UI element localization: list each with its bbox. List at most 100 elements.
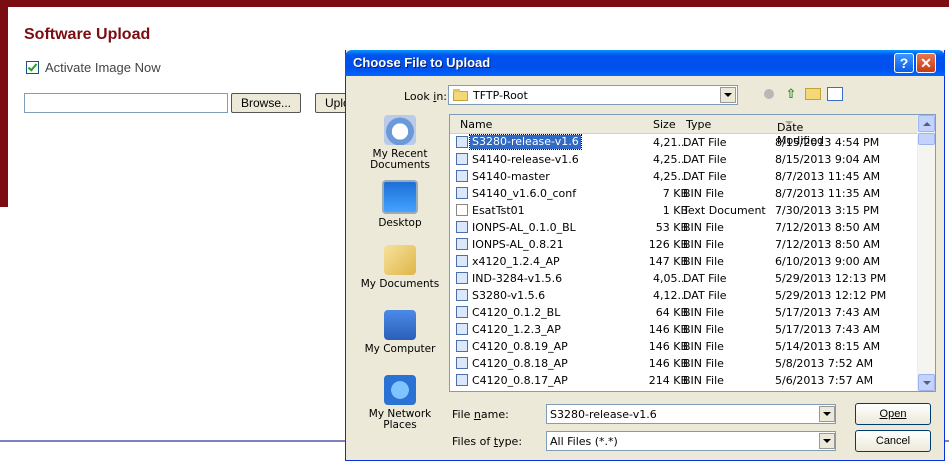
- views-menu-icon[interactable]: [827, 86, 843, 102]
- scroll-up-icon[interactable]: [918, 115, 935, 132]
- cancel-button[interactable]: Cancel: [855, 430, 931, 452]
- file-size-cell: 7 KB: [662, 187, 688, 200]
- file-type-cell: BIN File: [683, 374, 724, 387]
- dialog-toolbar: ⇧: [761, 86, 843, 102]
- file-type-cell: BIN File: [683, 238, 724, 251]
- dat-file-icon: [456, 136, 468, 148]
- file-row[interactable]: C4120_0.8.19_AP 146 KB BIN File 5/14/2013 8…: [450, 338, 920, 355]
- file-date-cell: 5/29/2013 12:13 PM: [775, 272, 887, 285]
- file-size-cell: 4,05...: [653, 272, 688, 285]
- file-name-label: File name:: [452, 408, 509, 421]
- place-my-computer[interactable]: My Computer: [359, 310, 441, 355]
- look-in-select[interactable]: TFTP-Root: [448, 85, 738, 105]
- open-button[interactable]: Open: [855, 403, 931, 425]
- file-size-cell: 146 KB: [648, 340, 688, 353]
- file-date-cell: 7/12/2013 8:50 AM: [775, 238, 881, 251]
- file-date-cell: 8/7/2013 11:45 AM: [775, 170, 881, 183]
- file-type-cell: BIN File: [683, 306, 724, 319]
- file-list[interactable]: Name Size Type Date Modified S3280-relea…: [449, 114, 936, 392]
- file-row[interactable]: S3280-release-v1.6 4,21... DAT File 8/15/20…: [450, 134, 920, 151]
- file-date-cell: 7/12/2013 8:50 AM: [775, 221, 881, 234]
- bin-file-icon: [456, 357, 468, 369]
- chevron-down-icon[interactable]: [720, 87, 736, 103]
- place-my-documents[interactable]: My Documents: [359, 245, 441, 290]
- file-row[interactable]: IND-3284-v1.5.6 4,05... DAT File 5/29/2013 …: [450, 270, 920, 287]
- file-type-cell: BIN File: [683, 323, 724, 336]
- file-row[interactable]: C4120_0.8.18_AP 146 KB BIN File 5/8/2013 7:…: [450, 355, 920, 372]
- file-size-cell: 126 KB: [648, 238, 688, 251]
- file-row[interactable]: IONPS-AL_0.8.21 126 KB BIN File 7/12/2013 8…: [450, 236, 920, 253]
- my-documents-icon: [384, 245, 416, 275]
- scroll-thumb[interactable]: [918, 133, 935, 145]
- close-button[interactable]: ✕: [916, 53, 936, 73]
- file-date-cell: 8/7/2013 11:35 AM: [775, 187, 881, 200]
- file-row[interactable]: S3280-v1.5.6 4,12... DAT File 5/29/2013 12:…: [450, 287, 920, 304]
- new-folder-icon[interactable]: [805, 86, 821, 102]
- file-row[interactable]: S4140-master 4,25... DAT File 8/7/2013 11:4…: [450, 168, 920, 185]
- file-date-cell: 5/8/2013 7:52 AM: [775, 357, 874, 370]
- file-path-input[interactable]: [24, 93, 228, 113]
- help-button[interactable]: ?: [894, 53, 914, 73]
- file-date-cell: 8/15/2013 9:04 AM: [775, 153, 881, 166]
- file-row[interactable]: x4120_1.2.4_AP 147 KB BIN File 6/10/2013 9:…: [450, 253, 920, 270]
- dat-file-icon: [456, 153, 468, 165]
- file-type-cell: DAT File: [683, 153, 727, 166]
- page-top-bar: [0, 0, 949, 7]
- file-name-cell: x4120_1.2.4_AP: [472, 255, 560, 268]
- file-row[interactable]: C4120_1.2.3_AP 146 KB BIN File 5/17/2013 7:…: [450, 321, 920, 338]
- file-type-select[interactable]: All Files (*.*): [546, 431, 836, 451]
- activate-checkbox[interactable]: [26, 61, 39, 74]
- bin-file-icon: [456, 306, 468, 318]
- choose-file-dialog: Choose File to Upload ? ✕ Look in: TFTP-…: [345, 50, 945, 461]
- place-my-recent-documents[interactable]: My Recent Documents: [359, 115, 441, 171]
- file-type-label: Files of type:: [452, 435, 523, 448]
- browse-button[interactable]: Browse...: [231, 93, 301, 113]
- file-row[interactable]: C4120_0.1.2_BL 64 KB BIN File 5/17/2013 7:4…: [450, 304, 920, 321]
- vertical-scrollbar[interactable]: [917, 115, 935, 391]
- file-size-cell: 146 KB: [648, 357, 688, 370]
- bin-file-icon: [456, 238, 468, 250]
- file-type-cell: DAT File: [683, 289, 727, 302]
- recent-documents-icon: [384, 115, 416, 145]
- file-date-cell: 5/6/2013 7:57 AM: [775, 374, 874, 387]
- bin-file-icon: [456, 221, 468, 233]
- file-row[interactable]: EsatTst01 1 KB Text Document 7/30/2013 3:15…: [450, 202, 920, 219]
- file-type-cell: DAT File: [683, 170, 727, 183]
- activate-label: Activate Image Now: [45, 60, 161, 75]
- file-type-cell: Text Document: [683, 204, 766, 217]
- file-name-cell: C4120_0.8.18_AP: [472, 357, 568, 370]
- bin-file-icon: [456, 323, 468, 335]
- chevron-down-icon[interactable]: [819, 406, 835, 422]
- place-my-network-places[interactable]: My Network Places: [359, 375, 441, 431]
- chevron-down-icon[interactable]: [819, 433, 835, 449]
- file-row[interactable]: C4120_0.8.17_AP 214 KB BIN File 5/6/2013 7:…: [450, 372, 920, 389]
- file-row[interactable]: S4140_v1.6.0_conf 7 KB BIN File 8/7/2013 11…: [450, 185, 920, 202]
- place-label: My Computer: [364, 343, 436, 355]
- column-name[interactable]: Name: [460, 118, 492, 131]
- file-name-input[interactable]: S3280-release-v1.6: [546, 404, 836, 424]
- file-type-cell: BIN File: [683, 187, 724, 200]
- column-type[interactable]: Type: [686, 118, 711, 131]
- dialog-titlebar[interactable]: Choose File to Upload ? ✕: [345, 50, 945, 76]
- file-row[interactable]: S4140-release-v1.6 4,25... DAT File 8/15/20…: [450, 151, 920, 168]
- column-size[interactable]: Size: [653, 118, 676, 131]
- file-size-cell: 214 KB: [648, 374, 688, 387]
- bin-file-icon: [456, 340, 468, 352]
- file-name-cell: S4140_v1.6.0_conf: [472, 187, 577, 200]
- file-name-cell: S3280-v1.5.6: [472, 289, 546, 302]
- file-size-cell: 4,25...: [653, 153, 688, 166]
- back-icon[interactable]: [761, 86, 777, 102]
- scroll-down-icon[interactable]: [918, 374, 935, 391]
- activate-image-option[interactable]: Activate Image Now: [26, 60, 161, 75]
- file-size-cell: 146 KB: [648, 323, 688, 336]
- up-folder-icon[interactable]: ⇧: [783, 86, 799, 102]
- dat-file-icon: [456, 272, 468, 284]
- file-row[interactable]: IONPS-AL_0.1.0_BL 53 KB BIN File 7/12/2013 …: [450, 219, 920, 236]
- file-size-cell: 53 KB: [655, 221, 688, 234]
- file-date-cell: 6/10/2013 9:00 AM: [775, 255, 881, 268]
- file-size-cell: 4,21...: [653, 136, 688, 149]
- file-name-cell: S4140-release-v1.6: [472, 153, 579, 166]
- folder-icon: [453, 89, 469, 101]
- place-desktop[interactable]: Desktop: [359, 180, 441, 229]
- page-left-bar: [0, 7, 8, 207]
